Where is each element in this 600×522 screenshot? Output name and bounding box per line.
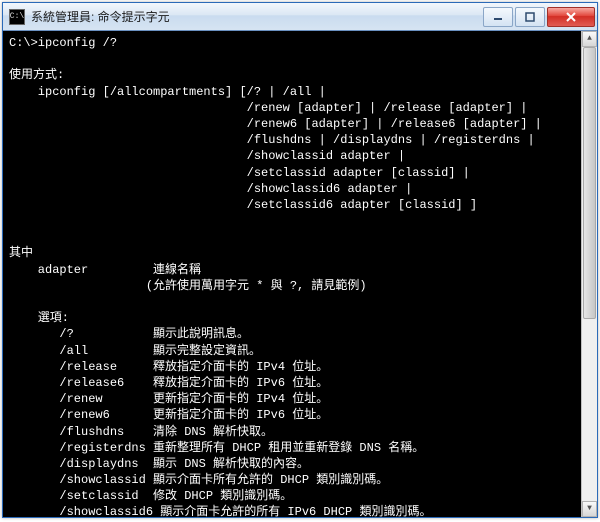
window-title: 系統管理員: 命令提示字元 [31, 8, 481, 25]
minimize-icon [493, 12, 503, 22]
terminal-line: /setclassid 修改 DHCP 類別識別碼。 [9, 488, 591, 504]
terminal-line: 使用方式: [9, 67, 591, 83]
scrollbar-track[interactable] [582, 47, 597, 501]
terminal-line: /renew6 [adapter] | /release6 [adapter] … [9, 116, 591, 132]
terminal-line: ipconfig [/allcompartments] [/? | /all | [9, 84, 591, 100]
terminal-line: /release6 釋放指定介面卡的 IPv6 位址。 [9, 375, 591, 391]
terminal-line: /release 釋放指定介面卡的 IPv4 位址。 [9, 359, 591, 375]
terminal-line [9, 294, 591, 310]
terminal-line [9, 213, 591, 229]
terminal-line: /all 顯示完整設定資訊。 [9, 343, 591, 359]
terminal-line: /showclassid6 顯示介面卡允許的所有 IPv6 DHCP 類別識別碼… [9, 504, 591, 517]
chevron-up-icon: ▲ [587, 34, 592, 45]
chevron-down-icon: ▼ [587, 504, 592, 515]
terminal-line: /renew6 更新指定介面卡的 IPv6 位址。 [9, 407, 591, 423]
window-controls [481, 7, 595, 27]
close-icon [566, 12, 576, 22]
vertical-scrollbar[interactable]: ▲ ▼ [581, 31, 597, 517]
terminal-line [9, 51, 591, 67]
terminal-line: /renew [adapter] | /release [adapter] | [9, 100, 591, 116]
scroll-down-button[interactable]: ▼ [582, 501, 597, 517]
terminal-line: /? 顯示此說明訊息。 [9, 326, 591, 342]
terminal-line: adapter 連線名稱 [9, 262, 591, 278]
terminal-line: /flushdns | /displaydns | /registerdns | [9, 132, 591, 148]
terminal-line: /showclassid 顯示介面卡所有允許的 DHCP 類別識別碼。 [9, 472, 591, 488]
terminal-line: 其中 [9, 245, 591, 261]
terminal-line: /setclassid adapter [classid] | [9, 165, 591, 181]
cmd-icon: C:\ [9, 9, 25, 25]
scrollbar-thumb[interactable] [583, 47, 596, 319]
terminal-line: /registerdns 重新整理所有 DHCP 租用並重新登錄 DNS 名稱。 [9, 440, 591, 456]
terminal-output[interactable]: C:\>ipconfig /? 使用方式: ipconfig [/allcomp… [3, 31, 597, 517]
minimize-button[interactable] [483, 7, 513, 27]
titlebar[interactable]: C:\ 系統管理員: 命令提示字元 [3, 3, 597, 31]
scroll-up-button[interactable]: ▲ [582, 31, 597, 47]
terminal-line: /flushdns 清除 DNS 解析快取。 [9, 424, 591, 440]
maximize-icon [525, 12, 535, 22]
terminal-line: (允許使用萬用字元 * 與 ?, 請見範例) [9, 278, 591, 294]
terminal-line: 選項: [9, 310, 591, 326]
maximize-button[interactable] [515, 7, 545, 27]
terminal-line: C:\>ipconfig /? [9, 35, 591, 51]
terminal-line [9, 229, 591, 245]
command-prompt-window: C:\ 系統管理員: 命令提示字元 C:\>ipconfig /? 使用方式: … [2, 2, 598, 518]
terminal-line: /showclassid6 adapter | [9, 181, 591, 197]
close-button[interactable] [547, 7, 595, 27]
terminal-line: /showclassid adapter | [9, 148, 591, 164]
terminal-line: /renew 更新指定介面卡的 IPv4 位址。 [9, 391, 591, 407]
terminal-line: /setclassid6 adapter [classid] ] [9, 197, 591, 213]
terminal-line: /displaydns 顯示 DNS 解析快取的內容。 [9, 456, 591, 472]
